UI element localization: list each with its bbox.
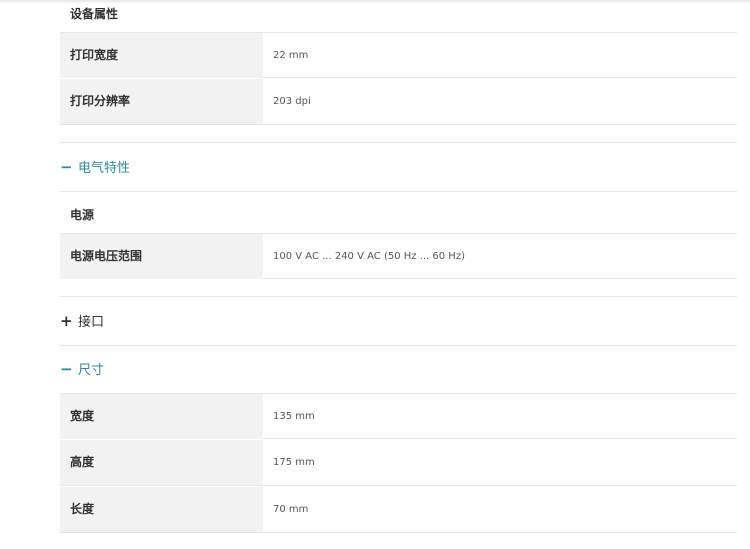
row-value: 22 mm [273,50,309,61]
collapse-icon: − [60,360,73,378]
row-value: 135 mm [273,411,315,422]
table-row: 打印宽度 22 mm [60,32,737,78]
row-label: 打印分辨率 [60,79,263,124]
section-toggle-interface[interactable]: + 接口 [60,309,104,333]
row-value: 175 mm [273,457,315,468]
row-value: 203 dpi [273,96,311,107]
table-row: 打印分辨率 203 dpi [60,79,737,125]
table-row: 宽度 135 mm [60,393,737,439]
section-divider [60,142,737,143]
row-label: 宽度 [60,394,263,439]
row-label: 打印宽度 [60,33,263,78]
section-toggle-electrical[interactable]: − 电气特性 [60,155,130,179]
group-title-device-properties: 设备属性 [70,7,119,21]
row-label: 长度 [60,487,263,532]
collapse-icon: − [60,158,73,176]
table-row: 高度 175 mm [60,440,737,486]
group-title-power: 电源 [70,208,95,222]
row-value: 70 mm [273,504,309,515]
table-row: 长度 70 mm [60,487,737,533]
section-title: 电气特性 [78,161,131,176]
top-shadow [0,0,750,4]
section-title: 尺寸 [78,363,105,378]
section-toggle-dimensions[interactable]: − 尺寸 [60,357,104,381]
row-label: 高度 [60,440,263,485]
spec-page: 设备属性 打印宽度 22 mm 打印分辨率 203 dpi − 电气特性 电源 电… [0,0,750,549]
section-divider [60,296,737,297]
section-divider [60,345,737,346]
row-value: 100 V AC ... 240 V AC (50 Hz ... 60 Hz) [273,251,465,262]
section-title: 接口 [78,315,105,330]
section-divider [60,191,737,192]
row-label: 电源电压范围 [60,234,263,279]
expand-icon: + [60,312,73,330]
table-row: 电源电压范围 100 V AC ... 240 V AC (50 Hz ... … [60,233,737,279]
